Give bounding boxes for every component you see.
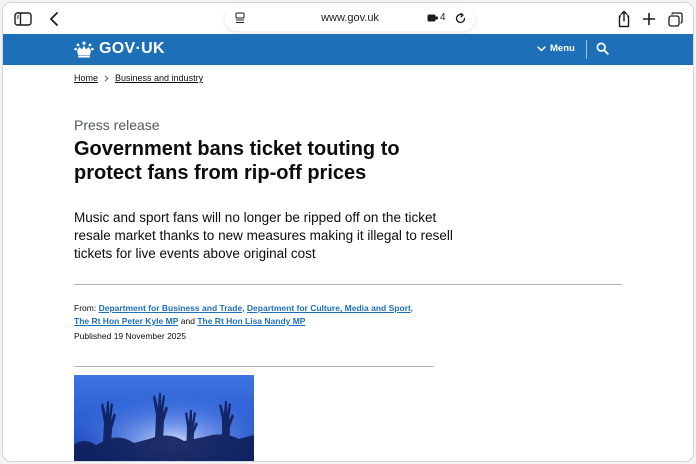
browser-toolbar: www.gov.uk 4: [3, 3, 693, 35]
breadcrumb: Home Business and industry: [74, 73, 203, 83]
page-title: Government bans ticket touting to protec…: [74, 138, 400, 184]
govuk-wordmark: GOV·UK: [99, 40, 165, 57]
org-link-dcms[interactable]: Department for Culture, Media and Sport: [247, 303, 411, 313]
share-button[interactable]: [612, 8, 636, 30]
published-date: Published 19 November 2025: [74, 331, 186, 341]
search-icon[interactable]: [596, 42, 609, 55]
extensions-count: 4: [440, 12, 446, 23]
org-link-dbt[interactable]: Department for Business and Trade: [99, 303, 243, 313]
govuk-logo-link[interactable]: GOV·UK: [74, 40, 165, 58]
metadata-from: From: Department for Business and Trade,…: [74, 302, 454, 328]
chevron-down-icon: [537, 45, 546, 51]
sidebar-toggle-button[interactable]: [11, 8, 35, 30]
person-link-lisa-nandy[interactable]: The Rt Hon Lisa Nandy MP: [197, 316, 305, 326]
browser-window: www.gov.uk 4 GOV·UK Menu Home Business a…: [3, 3, 693, 461]
menu-label: Menu: [550, 43, 575, 54]
and-word: and: [180, 316, 195, 326]
plus-icon: [642, 12, 656, 26]
menu-button[interactable]: Menu: [537, 43, 575, 54]
chevron-left-icon: [50, 12, 58, 26]
breadcrumb-home-link[interactable]: Home: [74, 73, 98, 83]
breadcrumb-separator-icon: [104, 74, 109, 82]
concert-crowd-image: [74, 375, 254, 461]
share-icon: [618, 10, 630, 28]
from-label: From:: [74, 303, 97, 313]
page-lede: Music and sport fans will no longer be r…: [74, 210, 453, 261]
back-button[interactable]: [42, 8, 66, 30]
person-link-peter-kyle[interactable]: The Rt Hon Peter Kyle MP: [74, 316, 178, 326]
tabs-icon: [667, 11, 683, 27]
separator: ,: [242, 303, 245, 313]
sidebar-icon: [14, 12, 32, 26]
separator: ,: [410, 303, 414, 313]
extensions-icon[interactable]: [427, 13, 439, 23]
new-tab-button[interactable]: [637, 8, 661, 30]
header-divider: [586, 40, 587, 59]
section-divider: [74, 284, 622, 285]
breadcrumb-business-link[interactable]: Business and industry: [115, 73, 203, 83]
crown-icon: [74, 41, 94, 57]
reload-icon[interactable]: [454, 12, 467, 25]
govuk-header: GOV·UK Menu: [3, 34, 693, 65]
address-bar[interactable]: www.gov.uk 4: [225, 7, 475, 31]
page-caption: Press release: [74, 117, 160, 133]
tab-overview-button[interactable]: [663, 8, 687, 30]
content-divider: [74, 366, 434, 367]
